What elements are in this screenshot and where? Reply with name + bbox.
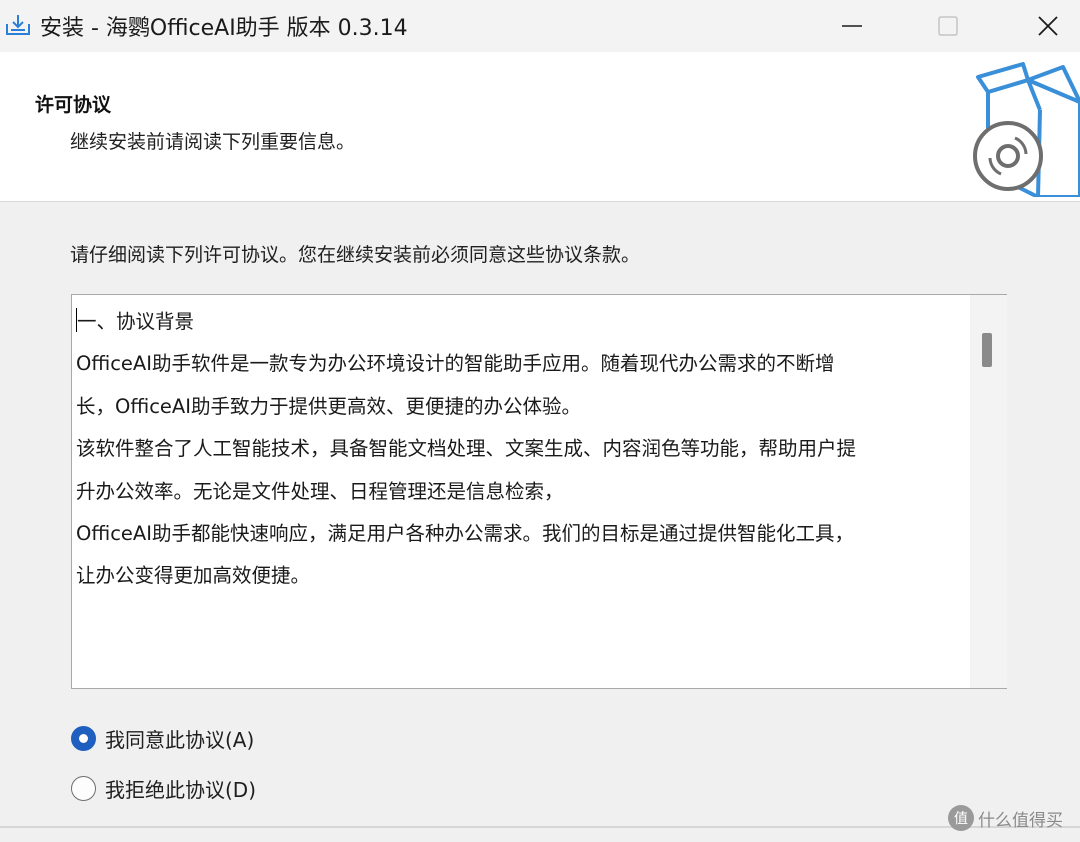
license-line: 升办公效率。无论是文件处理、日程管理还是信息检索， [76,479,564,503]
license-line: 该软件整合了人工智能技术，具备智能文档处理、文案生成、内容润色等功能，帮助用户提 [76,437,857,461]
installer-download-icon [6,15,30,35]
scrollbar-thumb[interactable] [982,333,992,367]
agree-radio-button[interactable] [71,726,96,751]
license-line: 让办公变得更加高效便捷。 [76,564,311,588]
instruction-text: 请仔细阅读下列许可协议。您在继续安装前必须同意这些协议条款。 [70,244,641,266]
wizard-header: 许可协议 继续安装前请阅读下列重要信息。 [0,52,1080,202]
vertical-scrollbar[interactable] [970,295,1007,688]
license-line: OfficeAI助手软件是一款专为办公环境设计的智能助手应用。随着现代办公需求的… [76,352,835,376]
software-box-disc-icon [973,62,1080,197]
agree-radio-label[interactable]: 我同意此协议(A) [105,724,254,753]
minimize-button[interactable] [822,0,882,52]
license-line: OfficeAI助手都能快速响应，满足用户各种办公需求。我们的目标是通过提供智能… [76,522,855,546]
decline-radio-label[interactable]: 我拒绝此协议(D) [105,774,256,803]
minimize-icon [842,25,862,27]
close-icon [1038,16,1058,36]
page-subtitle: 继续安装前请阅读下列重要信息。 [70,131,356,153]
watermark-text: 什么值得买 [978,810,1063,831]
page-title: 许可协议 [35,94,112,116]
license-textbox[interactable]: 一、协议背景 OfficeAI助手软件是一款专为办公环境设计的智能助手应用。随着… [71,294,1007,689]
close-button[interactable] [1018,0,1078,52]
watermark-logo: 值 [948,805,974,831]
license-line: 长，OfficeAI助手致力于提供更高效、更便捷的办公体验。 [76,394,582,418]
license-text: 一、协议背景 OfficeAI助手软件是一款专为办公环境设计的智能助手应用。随着… [76,301,966,598]
decline-radio-option[interactable]: 我拒绝此协议(D) [71,774,256,803]
agree-radio-option[interactable]: 我同意此协议(A) [71,724,254,753]
maximize-button[interactable] [918,0,978,52]
title-bar: 安装 - 海鹦OfficeAI助手 版本 0.3.14 [0,0,1080,52]
window-title: 安装 - 海鹦OfficeAI助手 版本 0.3.14 [40,16,408,41]
footer-divider [0,826,1080,828]
license-line: 一、协议背景 [76,308,195,333]
decline-radio-button[interactable] [71,776,96,801]
maximize-icon [938,16,958,36]
watermark: 值 什么值得买 [948,805,1063,831]
